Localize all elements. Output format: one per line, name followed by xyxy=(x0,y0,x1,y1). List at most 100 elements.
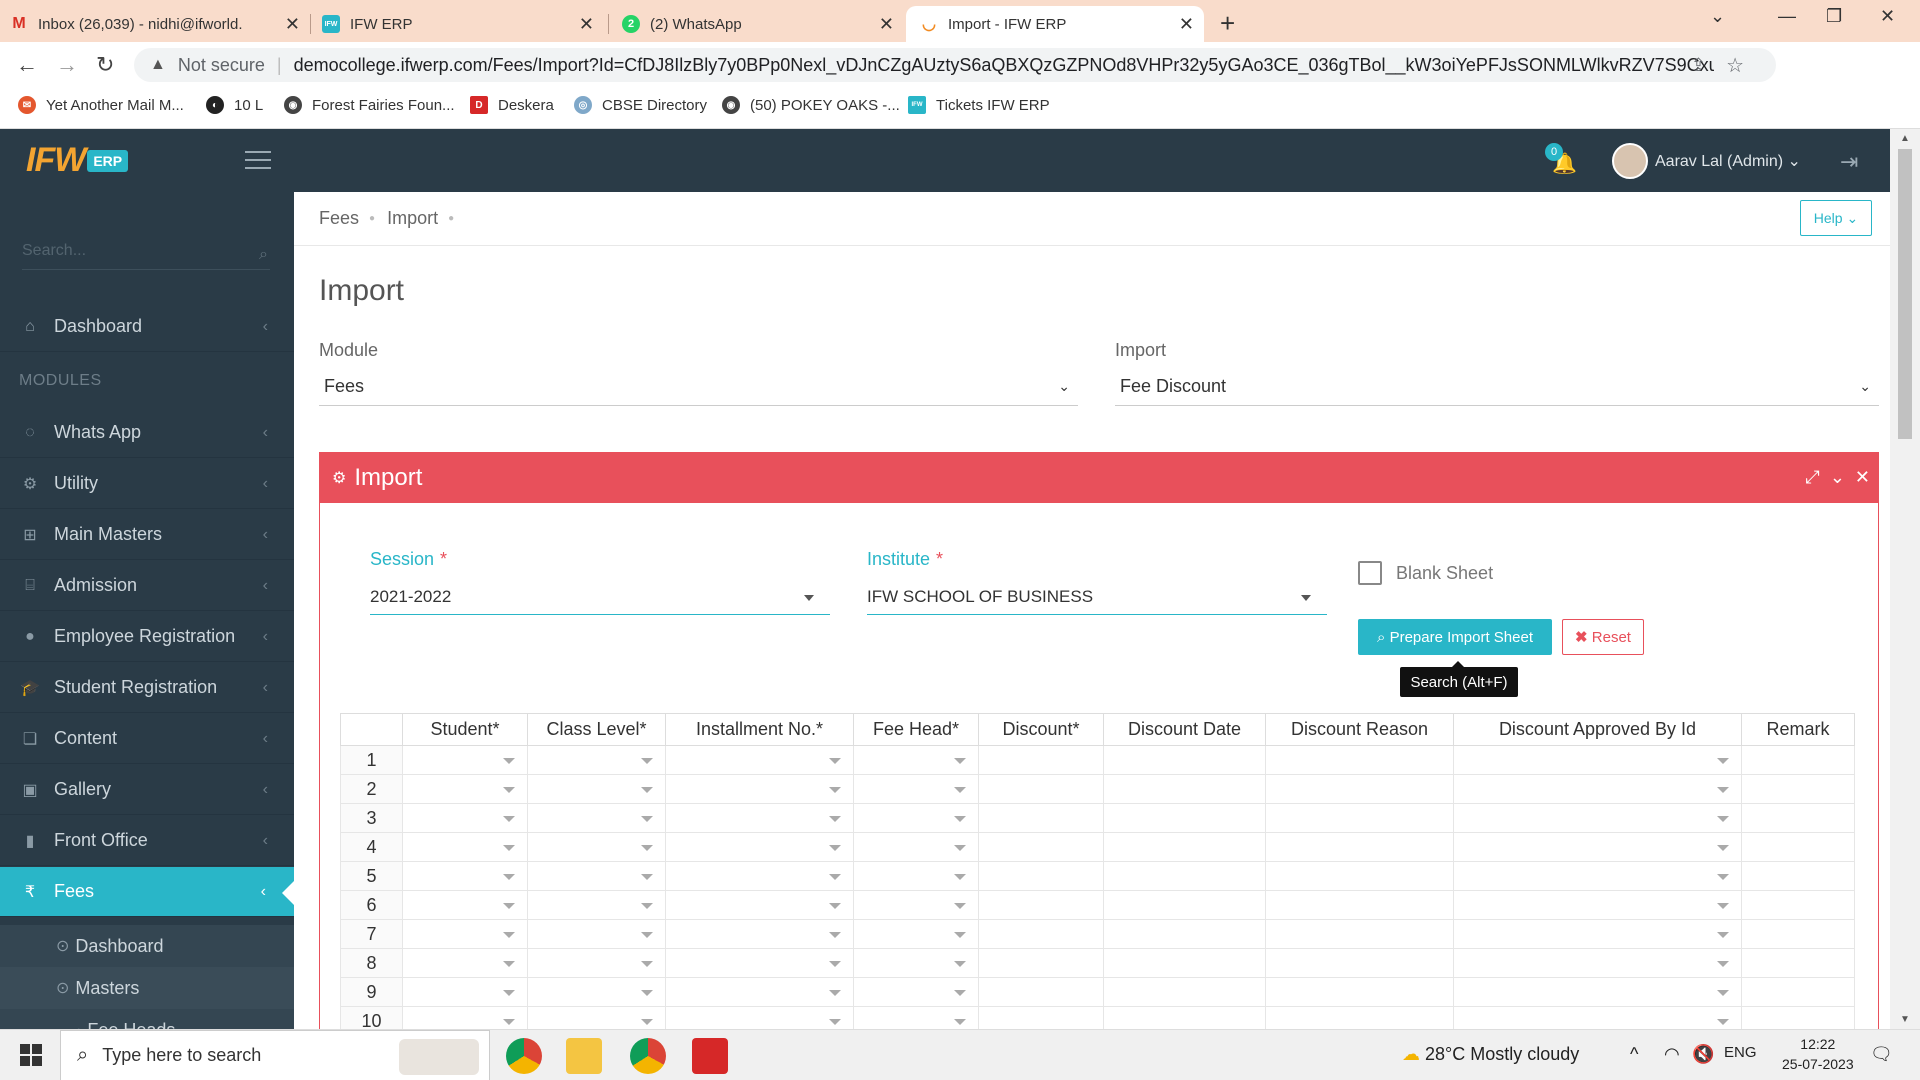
grid-cell[interactable] xyxy=(978,745,1104,775)
weather-widget[interactable]: ☁ 28°C Mostly cloudy xyxy=(1402,1044,1579,1065)
grid-cell[interactable] xyxy=(1265,919,1454,949)
grid-cell[interactable] xyxy=(978,948,1104,978)
bookmark-item[interactable]: ✉ Yet Another Mail M... xyxy=(18,96,184,114)
column-header-discount[interactable]: Discount* xyxy=(978,713,1104,746)
grid-cell[interactable] xyxy=(853,948,979,978)
grid-cell[interactable] xyxy=(1741,919,1855,949)
tab-search-chevron-icon[interactable]: ⌄ xyxy=(1710,6,1725,27)
expand-icon[interactable]: ⤢ xyxy=(1805,467,1819,488)
grid-cell[interactable] xyxy=(1103,774,1266,804)
session-select[interactable]: 2021-2022 xyxy=(370,579,830,615)
grid-cell[interactable] xyxy=(1265,774,1454,804)
sidebar-item-whatsapp[interactable]: ◌ Whats App ‹ xyxy=(0,408,294,458)
scroll-up-icon[interactable]: ▲ xyxy=(1900,133,1910,144)
reload-icon[interactable]: ↻ xyxy=(96,52,114,78)
sidebar-item-student-registration[interactable]: 🎓 Student Registration ‹ xyxy=(0,663,294,713)
page-scrollbar[interactable]: ▲ ▼ xyxy=(1890,129,1920,1029)
language-indicator[interactable]: ENG xyxy=(1724,1044,1757,1061)
grid-cell[interactable] xyxy=(527,890,666,920)
grid-cell[interactable] xyxy=(1453,919,1742,949)
grid-cell[interactable] xyxy=(853,832,979,862)
grid-cell[interactable] xyxy=(978,1006,1104,1029)
search-icon[interactable]: ⌕ xyxy=(259,246,268,264)
sidebar-item-gallery[interactable]: ▣ Gallery ‹ xyxy=(0,765,294,815)
grid-cell[interactable] xyxy=(978,832,1104,862)
grid-cell[interactable] xyxy=(853,919,979,949)
sidebar-item-front-office[interactable]: ▮ Front Office ‹ xyxy=(0,816,294,866)
grid-cell[interactable] xyxy=(665,745,854,775)
grid-cell[interactable] xyxy=(1741,977,1855,1007)
grid-cell[interactable] xyxy=(1103,1006,1266,1029)
grid-cell[interactable] xyxy=(665,832,854,862)
grid-cell[interactable] xyxy=(978,890,1104,920)
collapse-chevron-icon[interactable]: ⌄ xyxy=(1830,467,1845,488)
sidebar-subitem-fee-heads[interactable]: ·Fee Heads xyxy=(0,1009,294,1029)
column-header-discount-reason[interactable]: Discount Reason xyxy=(1265,713,1454,746)
grid-cell[interactable] xyxy=(1265,832,1454,862)
grid-cell[interactable] xyxy=(1103,919,1266,949)
grid-cell[interactable] xyxy=(1453,861,1742,891)
grid-cell[interactable] xyxy=(978,919,1104,949)
sidebar-item-utility[interactable]: ⚙ Utility ‹ xyxy=(0,459,294,509)
grid-cell[interactable] xyxy=(1265,890,1454,920)
sidebar-subitem-dashboard[interactable]: ⊙ Dashboard xyxy=(0,925,294,967)
grid-cell[interactable] xyxy=(665,1006,854,1029)
grid-cell[interactable] xyxy=(978,803,1104,833)
chrome-icon[interactable] xyxy=(506,1038,542,1074)
scroll-down-icon[interactable]: ▼ xyxy=(1900,1014,1910,1025)
clock[interactable]: 12:22 25-07-2023 xyxy=(1782,1034,1854,1074)
grid-cell[interactable] xyxy=(978,861,1104,891)
grid-cell[interactable] xyxy=(527,774,666,804)
grid-cell[interactable] xyxy=(665,861,854,891)
grid-cell[interactable] xyxy=(1265,745,1454,775)
close-icon[interactable]: ✕ xyxy=(879,14,894,35)
bookmark-item[interactable]: ◐ 10 L xyxy=(206,96,263,114)
ifw-erp-logo[interactable]: IFW ERP xyxy=(26,141,129,180)
grid-cell[interactable] xyxy=(1741,774,1855,804)
grid-cell[interactable] xyxy=(402,774,528,804)
grid-cell[interactable] xyxy=(665,977,854,1007)
sidebar-subitem-masters[interactable]: ⊙ Masters xyxy=(0,967,294,1009)
grid-cell[interactable] xyxy=(1453,803,1742,833)
url-field[interactable]: ▲ Not secure | democollege.ifwerp.com/Fe… xyxy=(134,48,1776,82)
grid-cell[interactable] xyxy=(665,890,854,920)
module-select[interactable]: Fees ⌄ xyxy=(319,368,1078,406)
windows-start-icon[interactable] xyxy=(20,1044,42,1066)
grid-cell[interactable] xyxy=(1103,861,1266,891)
grid-cell[interactable] xyxy=(853,977,979,1007)
minimize-icon[interactable]: — xyxy=(1778,6,1796,27)
notification-center-icon[interactable]: 🗨 xyxy=(1870,1044,1893,1065)
grid-cell[interactable] xyxy=(1453,1006,1742,1029)
grid-cell[interactable] xyxy=(853,774,979,804)
grid-cell[interactable] xyxy=(665,919,854,949)
taskbar-search-input[interactable]: ⌕ Type here to search xyxy=(60,1030,490,1080)
grid-cell[interactable] xyxy=(1103,832,1266,862)
tab-import[interactable]: ◡ Import - IFW ERP ✕ xyxy=(906,6,1204,42)
avatar[interactable] xyxy=(1612,143,1648,179)
new-tab-icon[interactable]: + xyxy=(1220,8,1235,39)
grid-cell[interactable] xyxy=(527,861,666,891)
sidebar-item-fees[interactable]: ₹ Fees ‹ xyxy=(0,867,294,917)
share-icon[interactable]: ⇪ xyxy=(1691,55,1706,76)
grid-cell[interactable] xyxy=(853,803,979,833)
prepare-import-sheet-button[interactable]: ⌕ Prepare Import Sheet xyxy=(1358,619,1552,655)
grid-cell[interactable] xyxy=(527,948,666,978)
sidebar-search-input[interactable]: Search... ⌕ xyxy=(22,242,270,270)
grid-cell[interactable] xyxy=(1265,1006,1454,1029)
grid-cell[interactable] xyxy=(665,948,854,978)
close-icon[interactable]: ✕ xyxy=(1855,467,1870,488)
bookmark-item[interactable]: D Deskera xyxy=(470,96,554,114)
grid-cell[interactable] xyxy=(527,919,666,949)
column-header-remark[interactable]: Remark xyxy=(1741,713,1855,746)
grid-cell[interactable] xyxy=(1103,977,1266,1007)
grid-cell[interactable] xyxy=(978,774,1104,804)
grid-cell[interactable] xyxy=(1453,774,1742,804)
grid-cell[interactable] xyxy=(402,861,528,891)
grid-cell[interactable] xyxy=(1741,745,1855,775)
breadcrumb-fees[interactable]: Fees xyxy=(319,208,359,229)
grid-cell[interactable] xyxy=(402,948,528,978)
chrome-profile-icon[interactable] xyxy=(630,1038,666,1074)
grid-cell[interactable] xyxy=(1741,803,1855,833)
grid-cell[interactable] xyxy=(1265,948,1454,978)
app-icon[interactable] xyxy=(692,1038,728,1074)
